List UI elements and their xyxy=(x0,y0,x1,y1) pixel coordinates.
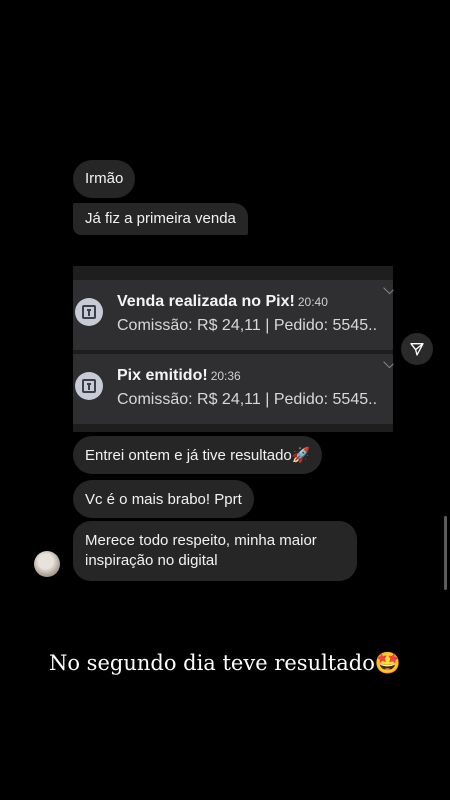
scrollbar[interactable] xyxy=(444,516,447,590)
notification-time: 20:36 xyxy=(210,369,241,383)
notification-title-text: Pix emitido! xyxy=(117,367,208,384)
notification-title-text: Venda realizada no Pix! xyxy=(117,293,295,310)
message-bubble-merece: Merece todo respeito, minha maior inspir… xyxy=(73,521,357,581)
notification-body: Comissão: R$ 24,11 | Pedido: 5545.. xyxy=(117,391,378,408)
message-text: Merece todo respeito, minha maior inspir… xyxy=(85,532,317,569)
message-bubble-irmao: Irmão xyxy=(73,160,136,198)
notification-time: 20:40 xyxy=(297,295,328,309)
notification-card: Venda realizada no Pix! 20:40 Comissão: R… xyxy=(73,280,394,350)
message-bubble-primeira-venda: Já fiz a primeira venda xyxy=(73,203,248,235)
chevron-down-icon xyxy=(383,283,394,295)
avatar[interactable] xyxy=(34,551,60,577)
notification-title: Pix emitido! 20:36 xyxy=(117,367,241,385)
message-text: Já fiz a primeira venda xyxy=(85,210,236,227)
message-text: Irmão xyxy=(85,170,124,187)
message-bubble-entrei: Entrei ontem e já tive resultado🚀 xyxy=(73,436,323,474)
message-text: Entrei ontem e já tive resultado🚀 xyxy=(85,447,311,464)
chevron-down-icon xyxy=(383,357,394,369)
share-button[interactable] xyxy=(401,333,433,365)
notification-card: Pix emitido! 20:36 Comissão: R$ 24,11 | P… xyxy=(73,354,394,424)
t-app-icon xyxy=(75,298,103,326)
notification-title: Venda realizada no Pix! 20:40 xyxy=(117,293,328,311)
notifications-screenshot: Venda realizada no Pix! 20:40 Comissão: R… xyxy=(73,266,394,432)
send-icon xyxy=(410,343,424,356)
story-caption: No segundo dia teve resultado🤩 xyxy=(48,651,402,675)
notification-body: Comissão: R$ 24,11 | Pedido: 5545.. xyxy=(117,317,378,334)
message-bubble-mais-brabo: Vc é o mais brabo! Pprt xyxy=(73,480,254,518)
message-text: Vc é o mais brabo! Pprt xyxy=(85,491,242,508)
t-app-icon xyxy=(75,372,103,400)
